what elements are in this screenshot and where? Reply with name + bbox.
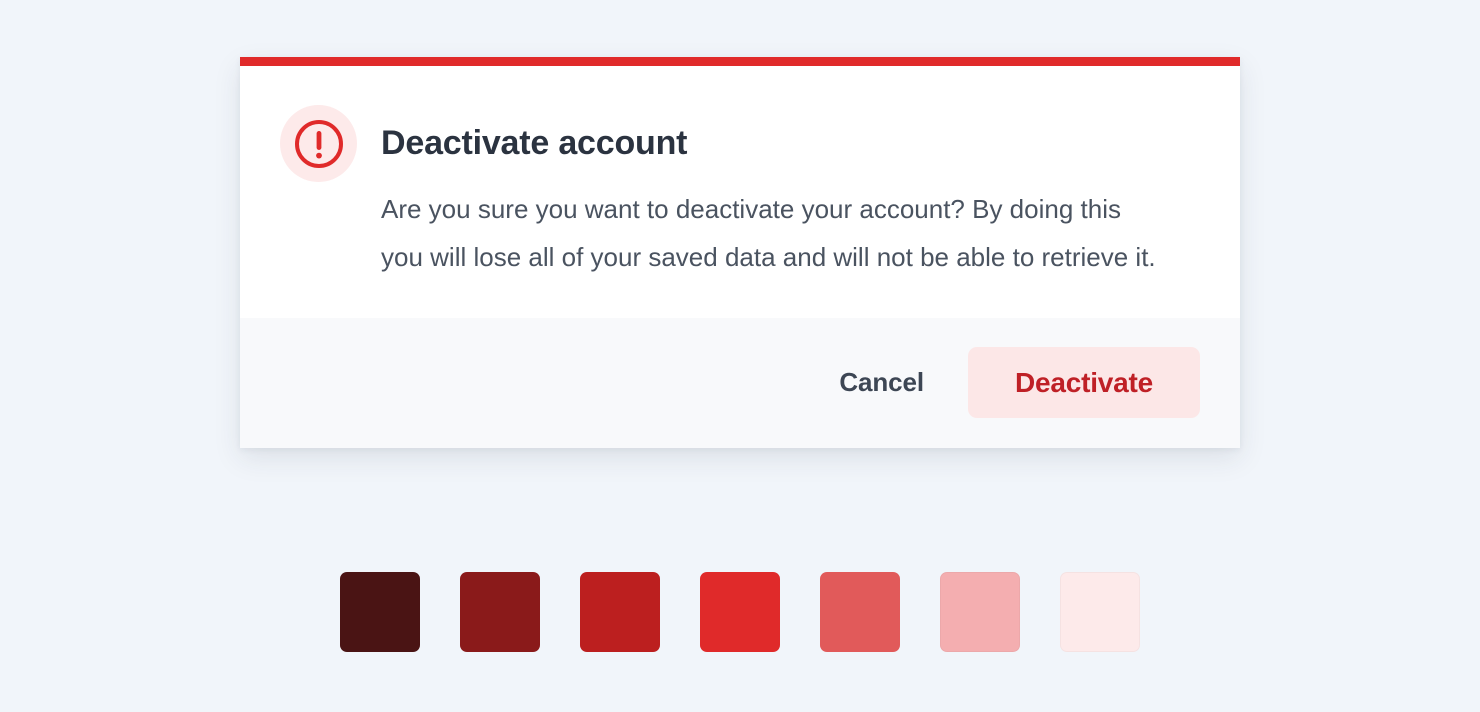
cancel-button[interactable]: Cancel [817, 351, 946, 414]
color-palette-swatches [340, 572, 1140, 652]
color-swatch-red-700[interactable] [580, 572, 660, 652]
color-swatch-red-300[interactable] [940, 572, 1020, 652]
color-swatch-red-600[interactable] [700, 572, 780, 652]
dialog-accent-bar [240, 57, 1240, 66]
dialog-body: Deactivate account Are you sure you want… [240, 66, 1240, 318]
deactivate-account-dialog: Deactivate account Are you sure you want… [240, 57, 1240, 448]
dialog-text-column: Deactivate account Are you sure you want… [357, 105, 1196, 282]
color-swatch-red-500[interactable] [820, 572, 900, 652]
color-swatch-red-100[interactable] [1060, 572, 1140, 652]
deactivate-button[interactable]: Deactivate [968, 347, 1200, 419]
dialog-footer: Cancel Deactivate [240, 317, 1240, 448]
dialog-title: Deactivate account [381, 124, 688, 162]
alert-exclamation-circle-icon [280, 105, 357, 182]
color-swatch-red-800[interactable] [460, 572, 540, 652]
dialog-message: Are you sure you want to deactivate your… [381, 194, 1156, 273]
dialog-header-row: Deactivate account Are you sure you want… [280, 105, 1196, 282]
color-swatch-red-900[interactable] [340, 572, 420, 652]
